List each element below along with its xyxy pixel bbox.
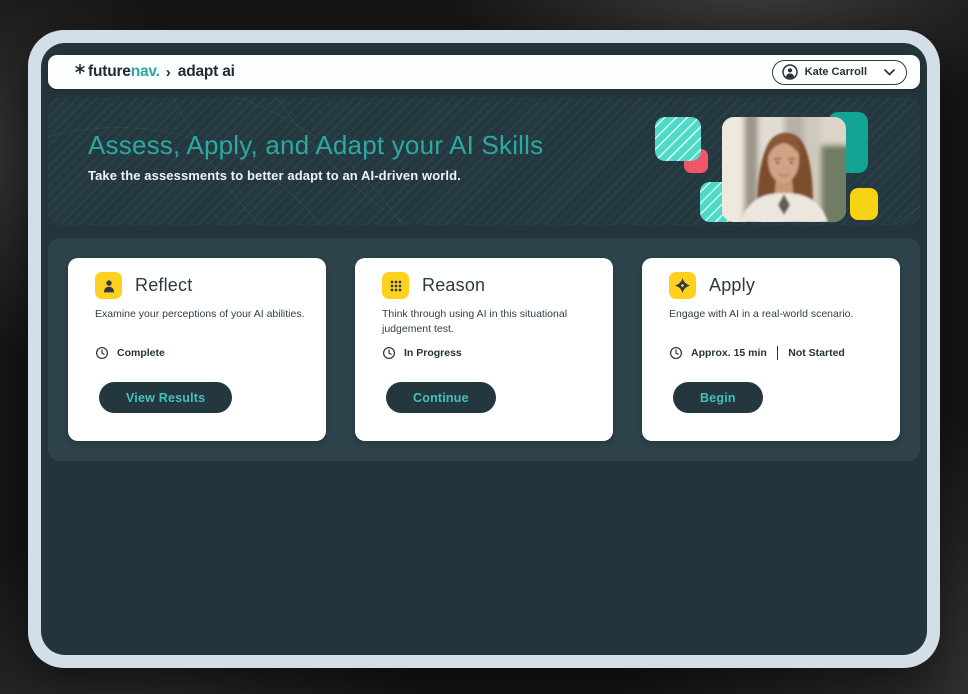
- card-title: Apply: [709, 275, 755, 296]
- clock-icon: [95, 346, 109, 360]
- breadcrumb-separator: ›: [166, 64, 171, 81]
- decor-striped-teal-square: [655, 117, 701, 161]
- brand-name-nav: nav.: [131, 63, 160, 81]
- hero-collage: [48, 97, 920, 225]
- continue-button[interactable]: Continue: [386, 382, 496, 413]
- card-icon-badge: [669, 272, 696, 299]
- card-description: Think through using AI in this situation…: [382, 307, 605, 337]
- assessment-card-reflect: Reflect Examine your perceptions of your…: [68, 258, 326, 441]
- card-description: Engage with AI in a real-world scenario.: [669, 307, 892, 322]
- status-label: Complete: [117, 347, 165, 359]
- duration-label: Approx. 15 min: [691, 347, 767, 359]
- sparkle-icon: [674, 277, 691, 294]
- clock-icon: [382, 346, 396, 360]
- logo-breadcrumb[interactable]: futurenav. › adapt ai: [74, 63, 235, 81]
- card-icon-badge: [95, 272, 122, 299]
- app-page: futurenav. › adapt ai Kate Carroll: [41, 43, 927, 655]
- card-title: Reflect: [135, 275, 192, 296]
- card-description: Examine your perceptions of your AI abil…: [95, 307, 318, 322]
- device-frame: futurenav. › adapt ai Kate Carroll: [28, 30, 940, 668]
- chevron-down-icon: [884, 69, 895, 76]
- status-row: Complete: [95, 346, 165, 360]
- user-avatar-icon: [782, 64, 798, 80]
- app-name: adapt ai: [178, 63, 235, 81]
- person-icon: [101, 278, 117, 294]
- card-icon-badge: [382, 272, 409, 299]
- assessment-card-reason: Reason Think through using AI in this si…: [355, 258, 613, 441]
- status-label: In Progress: [404, 347, 462, 359]
- portrait-photo: [722, 117, 846, 222]
- assessment-card-apply: Apply Engage with AI in a real-world sce…: [642, 258, 900, 441]
- dots-grid-icon: [388, 278, 404, 294]
- desktop-background: futurenav. › adapt ai Kate Carroll: [0, 0, 968, 694]
- clock-icon: [669, 346, 683, 360]
- user-name-label: Kate Carroll: [805, 66, 867, 78]
- status-row: In Progress: [382, 346, 462, 360]
- user-menu[interactable]: Kate Carroll: [772, 60, 907, 85]
- top-navigation-bar: futurenav. › adapt ai Kate Carroll: [48, 55, 920, 89]
- assessments-panel: Reflect Examine your perceptions of your…: [48, 238, 920, 461]
- status-divider: [777, 346, 778, 360]
- status-row: Approx. 15 min Not Started: [669, 346, 845, 360]
- status-label: Not Started: [788, 347, 845, 359]
- hero-banner: Assess, Apply, and Adapt your AI Skills …: [48, 97, 920, 225]
- card-title: Reason: [422, 275, 485, 296]
- decor-yellow-square: [850, 188, 878, 220]
- begin-button[interactable]: Begin: [673, 382, 763, 413]
- asterisk-logo-icon: [74, 63, 86, 75]
- brand-name-future: future: [88, 63, 131, 81]
- view-results-button[interactable]: View Results: [99, 382, 232, 413]
